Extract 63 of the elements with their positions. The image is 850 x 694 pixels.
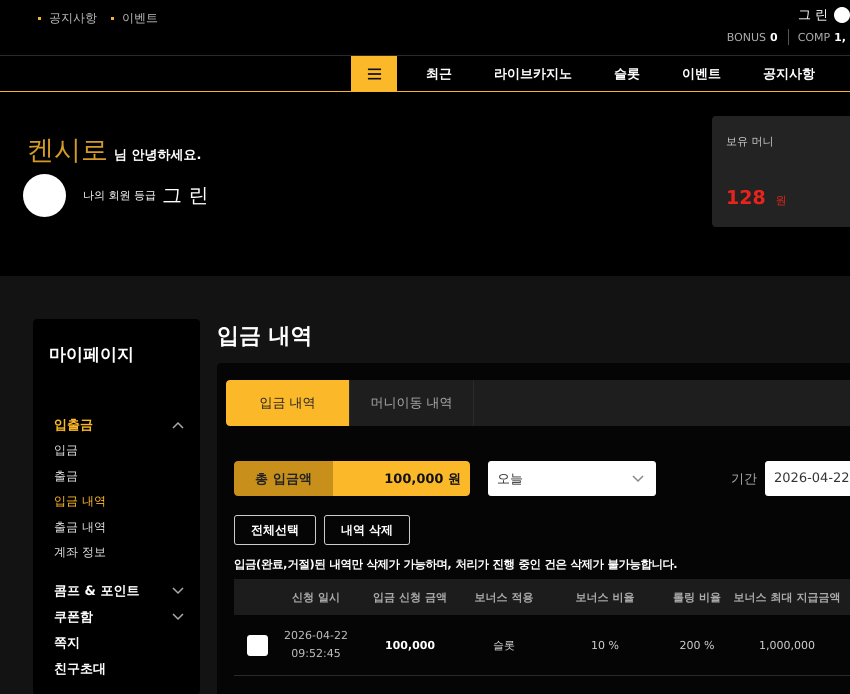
action-button[interactable]: 내역 삭제 [324, 515, 410, 545]
column-header: 보너스 적용 [474, 590, 534, 606]
nav-link[interactable]: 이벤트 [661, 56, 742, 91]
table-cell-text: 2026-04-22 [284, 628, 348, 644]
total-label: 총 입금액 [234, 461, 333, 496]
top-link[interactable]: 이벤트 [111, 10, 158, 26]
nav-link[interactable]: 라이브카지노 [473, 56, 593, 91]
table-cell-text: 09:52:45 [291, 646, 341, 662]
table-cell-text: 200 % [678, 638, 716, 654]
sidebar-subitem[interactable]: 입금 내역 [54, 489, 200, 514]
sidebar-subitem[interactable]: 출금 내역 [54, 514, 200, 540]
money-unit: 원 [776, 193, 787, 208]
comp-value: 1, [834, 30, 846, 44]
tab[interactable]: 머니이동 내역 [350, 380, 474, 426]
table-cell-text: 10 % [590, 638, 620, 654]
sidebar-subitem[interactable]: 출금 [54, 464, 200, 489]
action-button[interactable]: 전체선택 [234, 515, 316, 545]
sidebar-item[interactable]: 콤프 & 포인트 [54, 582, 140, 600]
avatar-icon [23, 174, 66, 217]
sidebar-item[interactable]: 친구초대 [54, 660, 106, 678]
user-name: 켄시로 [27, 134, 108, 168]
greeting-text: 님 안녕하세요. [114, 147, 202, 164]
column-header: 입금 신청 금액 [372, 590, 448, 606]
sidebar-item[interactable]: 쪽지 [54, 634, 80, 652]
comp-label: COMP [798, 30, 830, 44]
notice-text: 입금(완료,거절)된 내역만 삭제가 가능하며, 처리가 진행 중인 건은 삭제가 불가능합니다. [233, 557, 679, 572]
total-value: 100,000 원 [333, 461, 470, 496]
chevron-icon [172, 421, 184, 429]
row-checkbox[interactable] [246, 634, 268, 656]
table-cell-text: 100,000 [384, 638, 436, 654]
grade-value: 그 린 [162, 182, 208, 209]
sidebar-title: 마이페이지 [49, 344, 135, 366]
nav-link[interactable]: 최근 [405, 56, 473, 91]
table-cell-text: 1,000,000 [758, 638, 816, 654]
grade-label: 나의 회원 등급 [83, 188, 156, 203]
sidebar-subitem[interactable]: 계좌 정보 [54, 540, 200, 566]
sidebar-item[interactable]: 쿠폰함 [54, 608, 93, 626]
column-header: 보너스 최대 지급금액 [732, 590, 842, 606]
page-title: 입금 내역 [217, 323, 314, 351]
bonus-label: BONUS [726, 30, 766, 44]
menu-icon [366, 68, 382, 80]
table-cell-text: 슬롯 [492, 638, 516, 654]
period-select[interactable]: 오늘 [488, 461, 656, 496]
column-header: 신청 일시 [291, 590, 341, 606]
bonus-value: 0 [770, 30, 778, 44]
nav-link[interactable]: 슬롯 [593, 56, 661, 91]
nav-link[interactable]: 공지사항 [742, 56, 836, 91]
chevron-icon [632, 474, 644, 482]
column-header: 보너스 비율 [574, 590, 636, 606]
top-link[interactable]: 공지사항 [38, 10, 97, 26]
money-amount: 128 [726, 187, 766, 209]
date-field[interactable]: 2026-04-22 [765, 461, 850, 496]
column-header: 롤링 비율 [672, 590, 722, 606]
chevron-icon [172, 586, 184, 594]
sidebar-subitem[interactable]: 입금 [54, 438, 200, 464]
money-label: 보유 머니 [726, 134, 774, 149]
chevron-icon [172, 612, 184, 620]
tab[interactable]: 입금 내역 [226, 380, 350, 426]
period-label: 기간 [731, 470, 757, 488]
user-grade: 그 린 [798, 7, 828, 24]
sidebar-item[interactable]: 입출금 [54, 416, 93, 434]
menu-button[interactable] [351, 56, 397, 91]
avatar-icon [834, 7, 850, 23]
